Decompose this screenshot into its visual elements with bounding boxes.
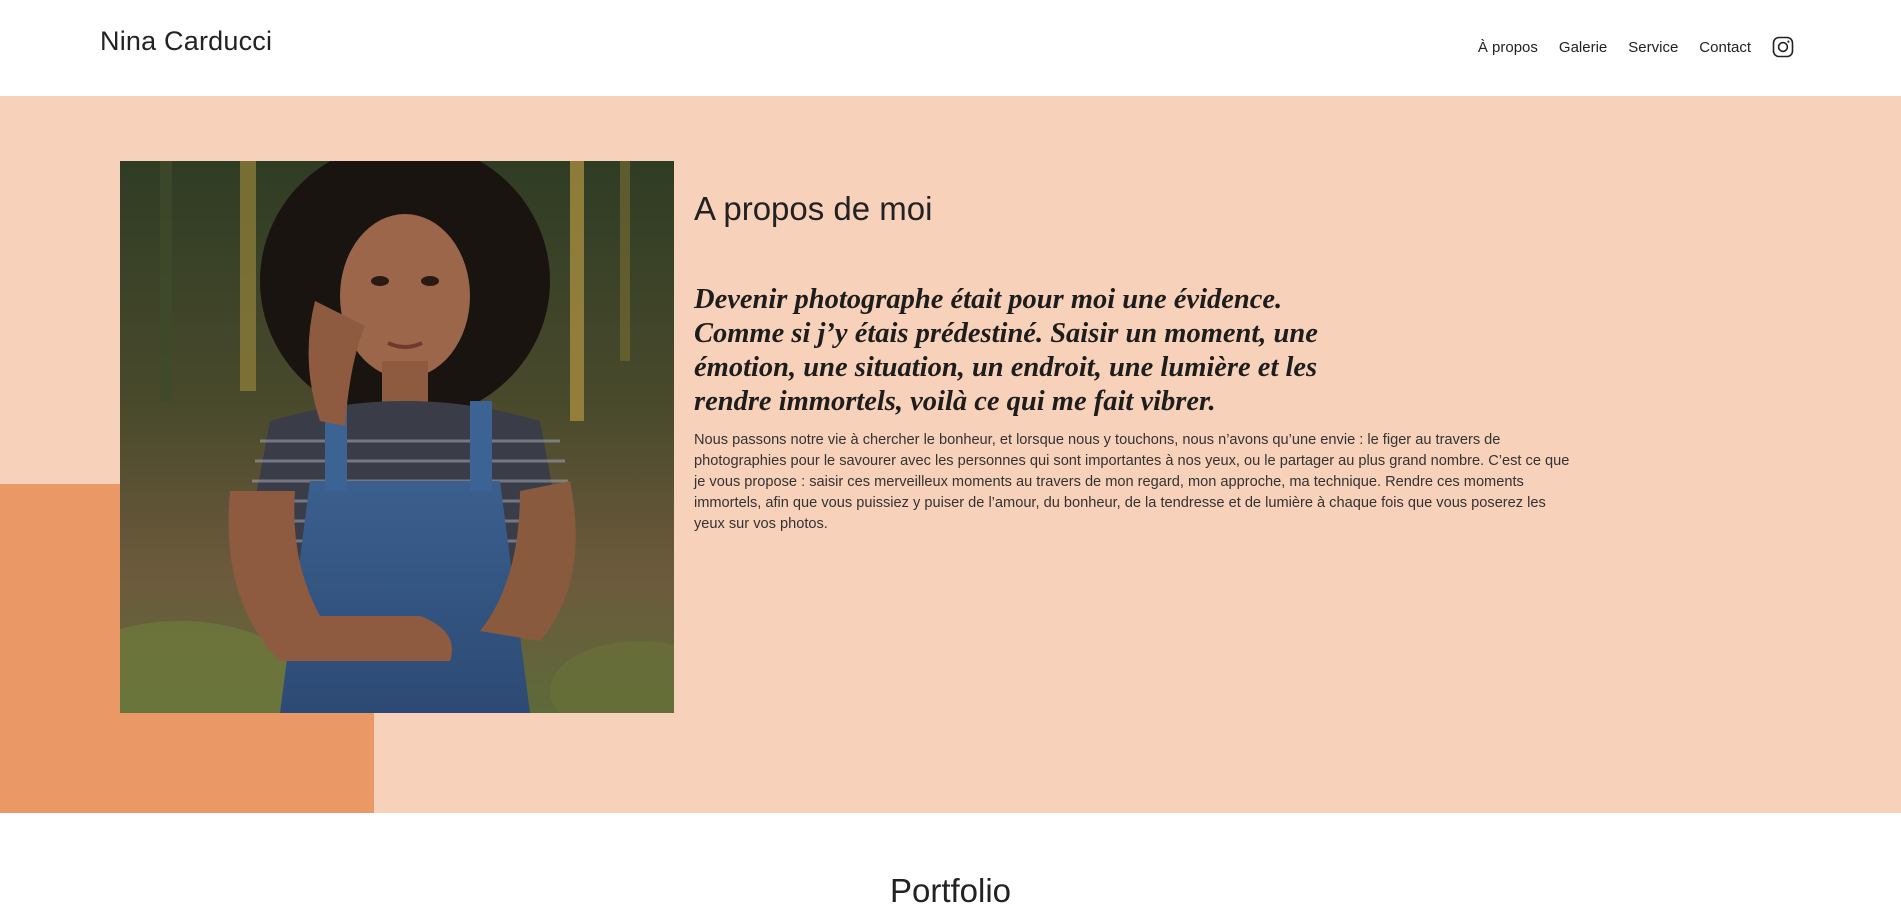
about-section: A propos de moi Devenir photographe étai… — [0, 96, 1901, 813]
instagram-link[interactable] — [1772, 36, 1794, 58]
about-body-text: Nous passons notre vie à chercher le bon… — [694, 432, 1570, 532]
page: Nina Carducci À propos Galerie Service C… — [0, 0, 1901, 919]
site-title-link[interactable]: Nina Carducci — [100, 26, 272, 57]
nav-item-contact[interactable]: Contact — [1699, 39, 1751, 56]
portrait-photo — [120, 161, 674, 713]
about-title: A propos de moi — [694, 190, 933, 227]
nav-item-a-propos[interactable]: À propos — [1478, 39, 1538, 56]
main-nav: À propos Galerie Service Contact — [1478, 36, 1794, 58]
portfolio-title: Portfolio — [889, 872, 1012, 909]
nav-item-galerie[interactable]: Galerie — [1559, 39, 1607, 56]
site-header: Nina Carducci À propos Galerie Service C… — [0, 0, 1901, 96]
about-quote: Devenir photographe était pour moi une é… — [694, 284, 1318, 417]
nav-item-service[interactable]: Service — [1628, 39, 1678, 56]
instagram-icon — [1772, 36, 1794, 58]
